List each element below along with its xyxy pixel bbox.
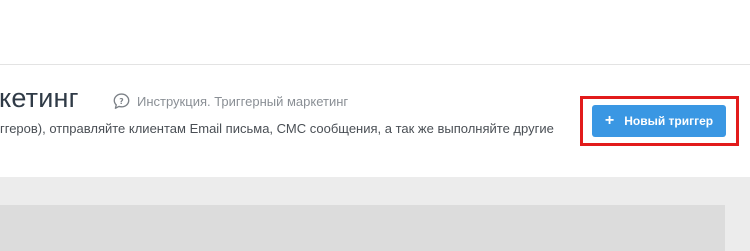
page-description: ггеров), отправляйте клиентам Email пись…	[0, 121, 554, 136]
page-root: кетинг ? Инструкция. Триггерный маркетин…	[0, 0, 750, 251]
top-bar	[0, 0, 750, 65]
svg-text:?: ?	[119, 97, 123, 106]
help-instruction-link[interactable]: ? Инструкция. Триггерный маркетинг	[112, 92, 348, 111]
speech-bubble-question-icon: ?	[112, 92, 131, 111]
content-panel	[0, 205, 725, 251]
plus-icon: +	[604, 111, 615, 129]
new-trigger-label: Новый триггер	[624, 114, 714, 128]
page-title: кетинг	[0, 83, 79, 113]
help-link-label: Инструкция. Триггерный маркетинг	[137, 94, 349, 109]
new-trigger-button[interactable]: + Новый триггер	[592, 105, 726, 137]
